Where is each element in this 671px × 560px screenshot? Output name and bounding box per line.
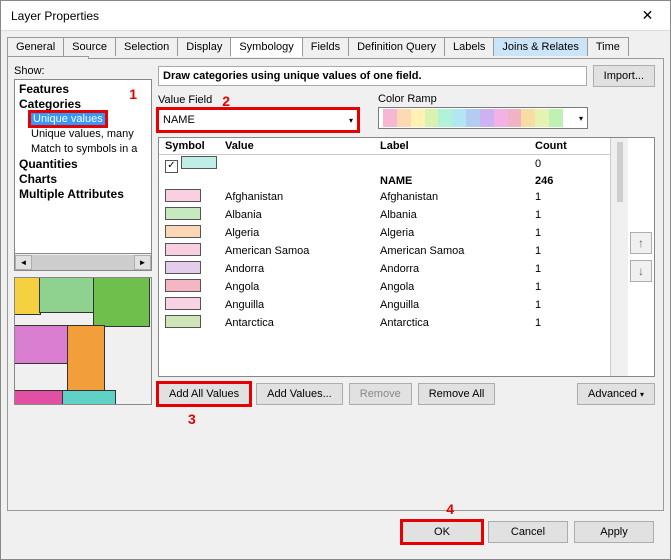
callout-3: 3 bbox=[188, 411, 196, 427]
value-field-label: Value Field bbox=[158, 94, 212, 106]
callout-2: 2 bbox=[222, 93, 230, 109]
table-row[interactable]: AnguillaAnguilla1 bbox=[159, 296, 610, 314]
color-swatch[interactable] bbox=[165, 243, 201, 256]
table-row[interactable]: American SamoaAmerican Samoa1 bbox=[159, 242, 610, 260]
col-count[interactable]: Count bbox=[529, 138, 610, 155]
tree-item[interactable]: Charts bbox=[15, 172, 151, 187]
ok-button[interactable]: OK bbox=[402, 521, 482, 543]
apply-button[interactable]: Apply bbox=[574, 521, 654, 543]
chevron-down-icon: ▾ bbox=[349, 116, 353, 125]
color-swatch[interactable] bbox=[165, 207, 201, 220]
color-swatch[interactable] bbox=[181, 156, 217, 169]
layer-preview bbox=[14, 277, 152, 405]
values-grid[interactable]: Symbol Value Label Count ✓ 0NAME246Afgha… bbox=[158, 137, 655, 377]
tab-strip: GeneralSourceSelectionDisplaySymbologyFi… bbox=[7, 37, 664, 59]
scroll-thumb[interactable] bbox=[617, 142, 623, 202]
tree-item[interactable]: Multiple Attributes bbox=[15, 187, 151, 202]
close-icon[interactable]: ✕ bbox=[625, 1, 670, 31]
preview-region bbox=[14, 325, 69, 365]
col-value[interactable]: Value bbox=[219, 138, 374, 155]
table-row[interactable]: AndorraAndorra1 bbox=[159, 260, 610, 278]
tab-general[interactable]: General bbox=[7, 37, 64, 56]
tab-display[interactable]: Display bbox=[177, 37, 231, 56]
remove-all-button[interactable]: Remove All bbox=[418, 383, 496, 405]
table-row[interactable]: AntarcticaAntarctica1 bbox=[159, 314, 610, 332]
scroll-thumb[interactable] bbox=[32, 255, 134, 270]
cancel-button[interactable]: Cancel bbox=[488, 521, 568, 543]
color-ramp-select[interactable]: ▾ bbox=[378, 107, 588, 129]
description-text: Draw categories using unique values of o… bbox=[158, 66, 587, 86]
tab-selection[interactable]: Selection bbox=[115, 37, 178, 56]
move-up-button[interactable]: ↑ bbox=[630, 232, 652, 254]
tree-item[interactable]: Unique values, many bbox=[15, 127, 151, 142]
tab-fields[interactable]: Fields bbox=[302, 37, 349, 56]
tab-time[interactable]: Time bbox=[587, 37, 629, 56]
tree-item[interactable]: Quantities bbox=[15, 157, 151, 172]
color-ramp-label: Color Ramp bbox=[378, 93, 655, 105]
show-tree[interactable]: 1 FeaturesCategoriesUnique valuesUnique … bbox=[14, 79, 152, 254]
tab-joins-relates[interactable]: Joins & Relates bbox=[493, 37, 587, 56]
tree-item[interactable]: Match to symbols in a bbox=[15, 142, 151, 157]
tab-labels[interactable]: Labels bbox=[444, 37, 494, 56]
color-swatch[interactable] bbox=[165, 261, 201, 274]
preview-region bbox=[39, 277, 95, 313]
table-row[interactable]: ✓ 0 bbox=[159, 155, 610, 174]
scroll-right-icon[interactable]: ► bbox=[134, 255, 151, 270]
color-swatch[interactable] bbox=[165, 189, 201, 202]
tab-source[interactable]: Source bbox=[63, 37, 116, 56]
add-values-button[interactable]: Add Values... bbox=[256, 383, 343, 405]
import-button[interactable]: Import... bbox=[593, 65, 655, 87]
color-ramp-preview bbox=[383, 109, 563, 127]
color-swatch[interactable] bbox=[165, 279, 201, 292]
preview-region bbox=[62, 390, 116, 405]
color-swatch[interactable] bbox=[165, 225, 201, 238]
advanced-button[interactable]: Advanced ▾ bbox=[577, 383, 655, 405]
grid-vscroll[interactable] bbox=[610, 138, 628, 376]
table-row[interactable]: AlbaniaAlbania1 bbox=[159, 206, 610, 224]
table-row[interactable]: NAME246 bbox=[159, 174, 610, 188]
col-symbol[interactable]: Symbol bbox=[159, 138, 219, 155]
window-title: Layer Properties bbox=[11, 9, 625, 23]
callout-1: 1 bbox=[129, 86, 137, 102]
scroll-left-icon[interactable]: ◄ bbox=[15, 255, 32, 270]
table-row[interactable]: AngolaAngola1 bbox=[159, 278, 610, 296]
chevron-down-icon: ▾ bbox=[640, 390, 644, 399]
col-label[interactable]: Label bbox=[374, 138, 529, 155]
show-label: Show: bbox=[14, 65, 152, 77]
color-swatch[interactable] bbox=[165, 297, 201, 310]
add-all-values-button[interactable]: Add All Values bbox=[158, 383, 250, 405]
tree-item[interactable]: Unique values bbox=[15, 112, 151, 127]
tree-hscroll[interactable]: ◄ ► bbox=[14, 254, 152, 271]
preview-region bbox=[67, 325, 106, 393]
value-field-select[interactable]: NAME ▾ bbox=[158, 109, 358, 131]
titlebar: Layer Properties ✕ bbox=[1, 1, 670, 31]
tab-definition-query[interactable]: Definition Query bbox=[348, 37, 445, 56]
preview-region bbox=[93, 277, 150, 327]
checkbox[interactable]: ✓ bbox=[165, 160, 178, 173]
callout-4: 4 bbox=[446, 501, 454, 517]
remove-button[interactable]: Remove bbox=[349, 383, 412, 405]
move-down-button[interactable]: ↓ bbox=[630, 260, 652, 282]
preview-region bbox=[14, 390, 64, 405]
tab-symbology[interactable]: Symbology bbox=[230, 37, 302, 57]
value-field-value: NAME bbox=[163, 114, 195, 126]
table-row[interactable]: AfghanistanAfghanistan1 bbox=[159, 188, 610, 206]
table-row[interactable]: AlgeriaAlgeria1 bbox=[159, 224, 610, 242]
chevron-down-icon: ▾ bbox=[579, 114, 583, 123]
preview-region bbox=[14, 277, 41, 315]
color-swatch[interactable] bbox=[165, 315, 201, 328]
